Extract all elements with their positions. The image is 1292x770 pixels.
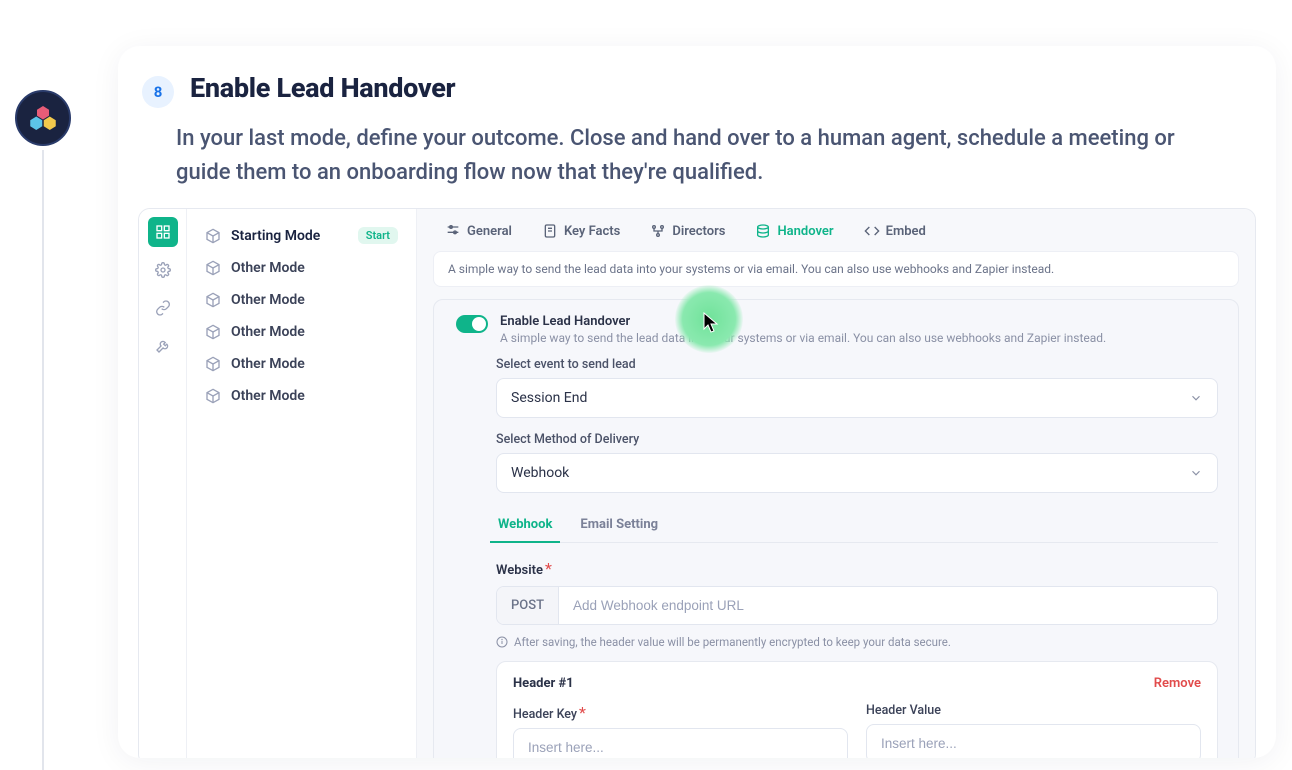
header-key-label: Header Key: [513, 707, 577, 722]
info-icon: [496, 636, 508, 648]
start-badge: Start: [358, 227, 398, 244]
subtab-webhook[interactable]: Webhook: [496, 511, 554, 542]
rail-tools-button[interactable]: [148, 331, 178, 361]
required-mark: *: [545, 559, 552, 578]
cube-icon: [205, 388, 221, 404]
mode-item-other[interactable]: Other Mode: [197, 380, 406, 412]
handover-config-card: Enable Lead Handover A simple way to sen…: [433, 299, 1239, 758]
tab-handover[interactable]: Handover: [755, 223, 833, 239]
subtab-email[interactable]: Email Setting: [578, 511, 660, 542]
chevron-down-icon: [1189, 466, 1203, 480]
required-mark: *: [579, 703, 586, 722]
http-method-box[interactable]: POST: [497, 587, 559, 624]
toggle-subtext: A simple way to send the lead data into …: [500, 331, 1106, 345]
website-label: Website: [496, 563, 543, 578]
rail-gear-button[interactable]: [148, 255, 178, 285]
cube-icon: [205, 324, 221, 340]
main-panel: General Key Facts Directors Handover Emb…: [417, 209, 1255, 758]
method-select[interactable]: Webhook: [496, 453, 1218, 493]
sliders-icon: [445, 223, 461, 239]
chevron-down-icon: [1189, 391, 1203, 405]
mode-label: Other Mode: [231, 388, 305, 404]
cube-icon: [205, 260, 221, 276]
cube-icon: [205, 228, 221, 244]
header-value-label: Header Value: [866, 703, 1201, 718]
step-number: 8: [142, 76, 174, 108]
grid-icon: [155, 224, 171, 240]
app-frame: Starting Mode Start Other Mode Other Mod…: [138, 208, 1256, 758]
toggle-label: Enable Lead Handover: [500, 314, 1106, 329]
mode-label: Other Mode: [231, 292, 305, 308]
tab-embed[interactable]: Embed: [864, 223, 926, 239]
page-description: In your last mode, define your outcome. …: [118, 118, 1276, 208]
step-card: 8 Enable Lead Handover In your last mode…: [118, 46, 1276, 758]
cube-icon: [205, 356, 221, 372]
rail-modes-button[interactable]: [148, 217, 178, 247]
event-value: Session End: [511, 390, 587, 406]
tab-directors[interactable]: Directors: [650, 223, 725, 239]
branches-icon: [650, 223, 666, 239]
header-key-input[interactable]: [513, 728, 848, 758]
mode-label: Starting Mode: [231, 228, 320, 244]
cube-icon: [205, 292, 221, 308]
tab-key-facts[interactable]: Key Facts: [542, 223, 620, 239]
tab-label: Key Facts: [564, 224, 620, 239]
hint-text: After saving, the header value will be p…: [514, 635, 951, 649]
webhook-url-row: POST: [496, 586, 1218, 625]
tools-icon: [155, 338, 171, 354]
link-icon: [155, 300, 171, 316]
header-value-input[interactable]: [866, 724, 1201, 758]
mode-item-other[interactable]: Other Mode: [197, 252, 406, 284]
description-strip: A simple way to send the lead data into …: [433, 251, 1239, 287]
webhook-url-input[interactable]: [559, 587, 1217, 624]
remove-header-button[interactable]: Remove: [1154, 676, 1201, 691]
delivery-subtabs: Webhook Email Setting: [496, 511, 1218, 543]
database-icon: [755, 223, 771, 239]
mode-label: Other Mode: [231, 260, 305, 276]
gear-icon: [155, 262, 171, 278]
page-title: Enable Lead Handover: [190, 72, 455, 104]
mode-item-other[interactable]: Other Mode: [197, 284, 406, 316]
brand-logo-icon: [28, 103, 58, 133]
mode-item-other[interactable]: Other Mode: [197, 348, 406, 380]
header-card: Header #1 Remove Header Key* Header Valu…: [496, 661, 1218, 758]
enable-handover-toggle[interactable]: [456, 315, 488, 333]
mode-list: Starting Mode Start Other Mode Other Mod…: [187, 209, 417, 758]
mode-item-other[interactable]: Other Mode: [197, 316, 406, 348]
tabs-row: General Key Facts Directors Handover Emb…: [429, 209, 1243, 251]
tab-label: Directors: [672, 224, 725, 239]
event-select[interactable]: Session End: [496, 378, 1218, 418]
code-icon: [864, 223, 880, 239]
event-label: Select event to send lead: [496, 357, 1218, 372]
mode-label: Other Mode: [231, 356, 305, 372]
tab-general[interactable]: General: [445, 223, 512, 239]
tab-label: General: [467, 224, 512, 239]
icon-rail: [139, 209, 187, 758]
rail-link-button[interactable]: [148, 293, 178, 323]
brand-badge: [15, 90, 71, 146]
mode-item-starting[interactable]: Starting Mode Start: [197, 219, 406, 252]
method-value: Webhook: [511, 465, 569, 481]
method-label: Select Method of Delivery: [496, 432, 1218, 447]
mode-label: Other Mode: [231, 324, 305, 340]
encryption-hint: After saving, the header value will be p…: [496, 635, 1218, 649]
document-icon: [542, 223, 558, 239]
header-title: Header #1: [513, 676, 574, 691]
tab-label: Handover: [777, 224, 833, 239]
timeline-line: [42, 150, 44, 770]
tab-label: Embed: [886, 224, 926, 239]
